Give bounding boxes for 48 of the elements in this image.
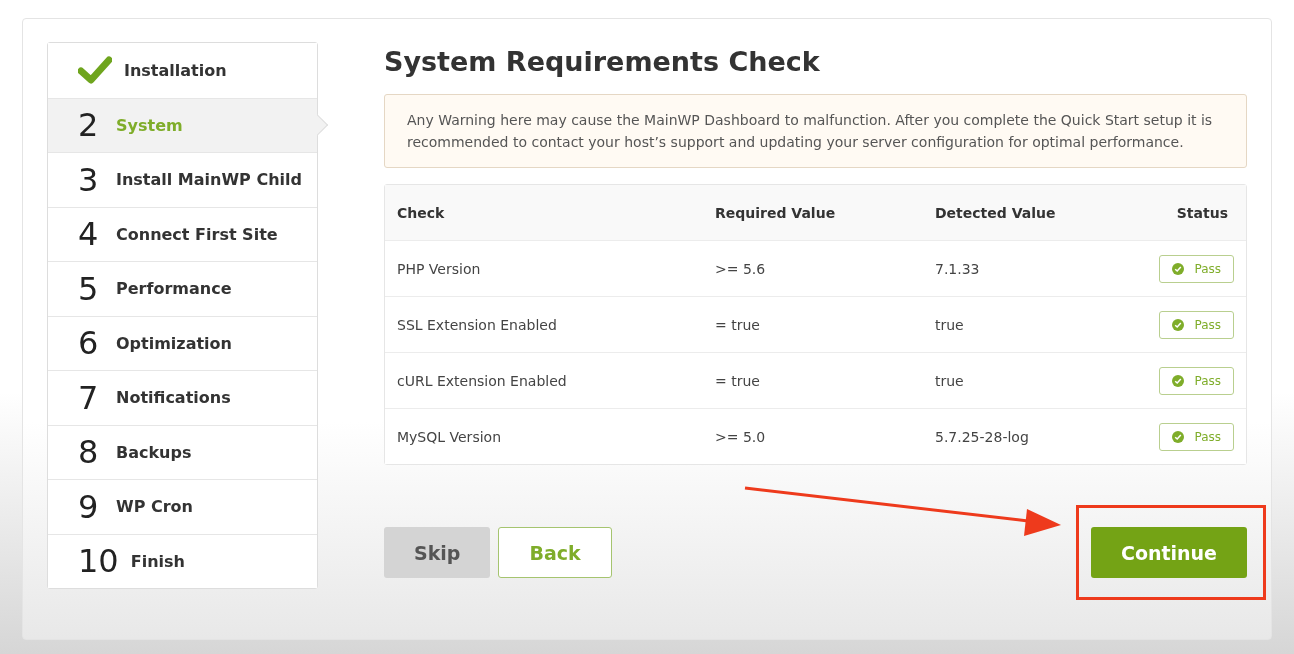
page-title: System Requirements Check [384,46,821,77]
step-number: 8 [78,433,100,472]
checkmark-icon [78,56,112,85]
step-item[interactable]: 10 Finish [48,533,317,588]
step-number: 3 [78,160,100,199]
column-header: Check [397,204,446,221]
step-label: Optimization [116,333,232,353]
skip-button[interactable]: Skip [384,527,491,578]
table-cell-text: PHP Version [397,260,482,277]
step-label: System [116,115,183,135]
step-number: 7 [78,378,100,417]
step-label: Install MainWP Child [116,170,302,190]
step-label: Performance [116,279,232,299]
step-number: 9 [78,487,100,526]
table-cell-text: 7.1.33 [935,260,981,277]
status-badge: Pass [1159,254,1234,283]
step-number: 4 [78,215,100,254]
table-cell-text: true [935,372,965,389]
table-cell-text: = true [715,316,761,333]
check-circle-icon [1172,430,1185,443]
step-number: 5 [78,269,100,308]
table-cell-text: >= 5.0 [715,428,767,445]
table-cell-text: >= 5.6 [715,260,767,277]
step-number: 2 [78,106,100,145]
check-circle-icon [1172,374,1185,387]
step-number: 10 [78,542,119,581]
step-label: WP Cron [116,497,193,517]
step-label: Connect First Site [116,224,278,244]
table-cell-text: true [935,316,965,333]
step-number: 6 [78,324,100,363]
check-circle-icon [1172,318,1185,331]
table-cell-text: SSL Extension Enabled [397,316,558,333]
step-label: Notifications [116,388,231,408]
column-header: Required Value [715,204,837,221]
table-cell-text: MySQL Version [397,428,502,445]
status-badge: Pass [1159,422,1234,451]
step-label: Backups [116,442,192,462]
column-header: Status [1176,204,1228,221]
warning-message: Any Warning here may cause the MainWP Dashboard to malfunction. After you complete the Quick Start setup it is recommended to contact your host’s support and updating your server configuration for optimal performance. [384,94,1247,168]
step-label: Finish [130,551,185,571]
status-badge: Pass [1159,366,1234,395]
table-cell-text: = true [715,372,761,389]
status-badge: Pass [1159,310,1234,339]
table-cell-text: 5.7.25-28-log [935,428,1030,445]
table-cell-text: cURL Extension Enabled [397,372,568,389]
column-header: Detected Value [935,204,1057,221]
step-label: Installation [124,60,227,80]
check-circle-icon [1172,262,1185,275]
